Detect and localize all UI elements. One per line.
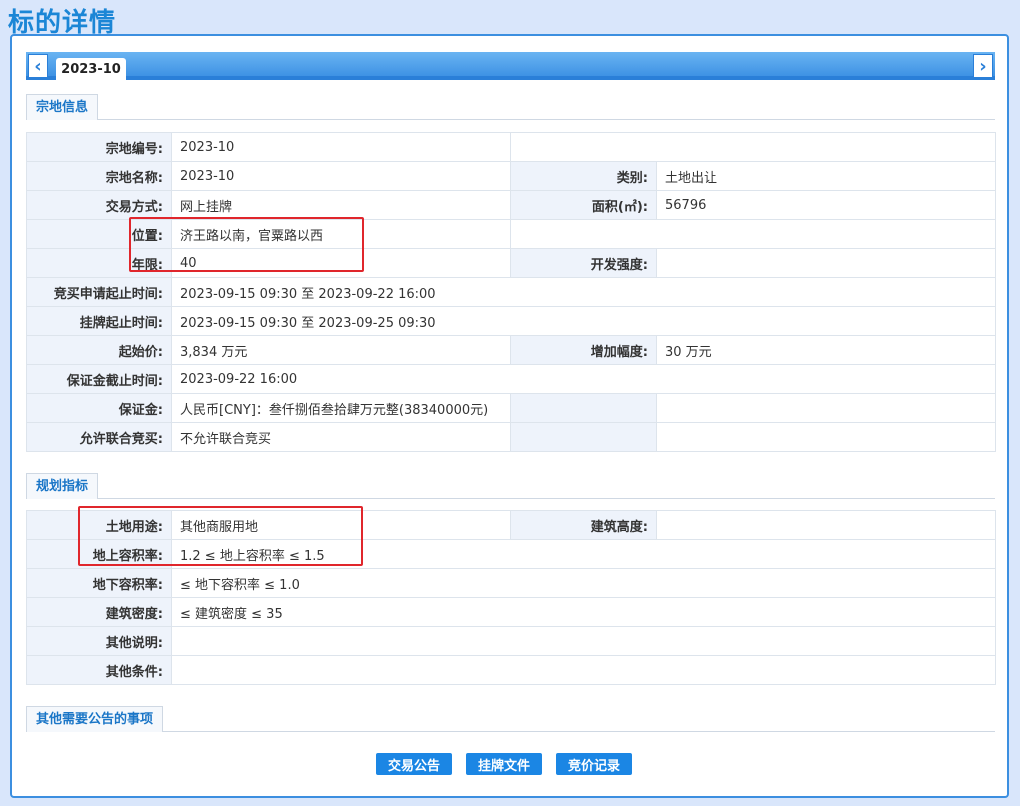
- increment-label: 增加幅度:: [510, 335, 657, 365]
- table-row: 其他说明:: [26, 626, 996, 656]
- deposit-label: 保证金:: [26, 393, 172, 423]
- other-cond-value: [171, 655, 996, 685]
- height-value: [656, 510, 996, 540]
- start-price-value: 3,834 万元: [171, 335, 511, 365]
- table-row: 地上容积率: 1.2 ≤ 地上容积率 ≤ 1.5: [26, 539, 996, 569]
- prev-tab-arrow-icon[interactable]: ‹: [28, 54, 48, 78]
- empty-cell: [510, 393, 657, 423]
- other-desc-value: [171, 626, 996, 656]
- apply-period-label: 竞买申请起止时间:: [26, 277, 172, 307]
- parcel-name-label: 宗地名称:: [26, 161, 172, 191]
- location-value: 济王路以南，官粟路以西: [171, 219, 511, 249]
- table-row: 建筑密度: ≤ 建筑密度 ≤ 35: [26, 597, 996, 627]
- table-row: 其他条件:: [26, 655, 996, 685]
- tab-2023-10[interactable]: 2023-10: [56, 58, 126, 81]
- table-row: 挂牌起止时间: 2023-09-15 09:30 至 2023-09-25 09…: [26, 306, 996, 336]
- table-row: 宗地名称: 2023-10 类别: 土地出让: [26, 161, 996, 191]
- table-row: 位置: 济王路以南，官粟路以西: [26, 219, 996, 249]
- table-row: 土地用途: 其他商服用地 建筑高度:: [26, 510, 996, 540]
- area-value: 56796: [656, 190, 996, 220]
- increment-value: 30 万元: [656, 335, 996, 365]
- trade-mode-value: 网上挂牌: [171, 190, 511, 220]
- listing-doc-button[interactable]: 挂牌文件: [466, 753, 542, 775]
- bid-record-button[interactable]: 竞价记录: [556, 753, 632, 775]
- land-info-table: 宗地编号: 2023-10 宗地名称: 2023-10 类别: 土地出让 交易方…: [26, 132, 996, 452]
- other-cond-label: 其他条件:: [26, 655, 172, 685]
- intensity-label: 开发强度:: [510, 248, 657, 278]
- parcel-no-value: 2023-10: [171, 132, 511, 162]
- section-label: 宗地信息: [26, 94, 99, 120]
- far-above-label: 地上容积率:: [26, 539, 172, 569]
- section-label: 其他需要公告的事项: [26, 706, 164, 732]
- height-label: 建筑高度:: [510, 510, 657, 540]
- far-below-label: 地下容积率:: [26, 568, 172, 598]
- tab-bar: ‹ 2023-10 ›: [26, 52, 995, 81]
- category-value: 土地出让: [656, 161, 996, 191]
- table-row: 保证金截止时间: 2023-09-22 16:00: [26, 364, 996, 394]
- section-planning: 规划指标: [26, 473, 995, 499]
- empty-cell: [510, 422, 657, 452]
- joint-bid-value: 不允许联合竞买: [171, 422, 511, 452]
- land-use-label: 土地用途:: [26, 510, 172, 540]
- joint-bid-label: 允许联合竞买:: [26, 422, 172, 452]
- empty-cell: [656, 393, 996, 423]
- other-desc-label: 其他说明:: [26, 626, 172, 656]
- table-row: 宗地编号: 2023-10: [26, 132, 996, 162]
- far-above-value: 1.2 ≤ 地上容积率 ≤ 1.5: [171, 539, 996, 569]
- detail-panel: ‹ 2023-10 › 宗地信息 宗地编号: 2023-10 宗地名称: 202…: [10, 34, 1009, 798]
- next-tab-arrow-icon[interactable]: ›: [973, 54, 993, 78]
- deposit-value: 人民币[CNY]：叁仟捌佰叁拾肆万元整(38340000元): [171, 393, 511, 423]
- term-value: 40: [171, 248, 511, 278]
- listing-period-value: 2023-09-15 09:30 至 2023-09-25 09:30: [171, 306, 996, 336]
- far-below-value: ≤ 地下容积率 ≤ 1.0: [171, 568, 996, 598]
- area-label: 面积(㎡):: [510, 190, 657, 220]
- intensity-value: [656, 248, 996, 278]
- empty-cell: [510, 219, 996, 249]
- table-row: 保证金: 人民币[CNY]：叁仟捌佰叁拾肆万元整(38340000元): [26, 393, 996, 423]
- category-label: 类别:: [510, 161, 657, 191]
- empty-cell: [656, 422, 996, 452]
- term-label: 年限:: [26, 248, 172, 278]
- parcel-no-label: 宗地编号:: [26, 132, 172, 162]
- trade-mode-label: 交易方式:: [26, 190, 172, 220]
- deposit-deadline-value: 2023-09-22 16:00: [171, 364, 996, 394]
- section-other-notice: 其他需要公告的事项: [26, 706, 995, 732]
- announcement-button[interactable]: 交易公告: [376, 753, 452, 775]
- density-label: 建筑密度:: [26, 597, 172, 627]
- start-price-label: 起始价:: [26, 335, 172, 365]
- empty-cell: [510, 132, 996, 162]
- density-value: ≤ 建筑密度 ≤ 35: [171, 597, 996, 627]
- deposit-deadline-label: 保证金截止时间:: [26, 364, 172, 394]
- table-row: 交易方式: 网上挂牌 面积(㎡): 56796: [26, 190, 996, 220]
- apply-period-value: 2023-09-15 09:30 至 2023-09-22 16:00: [171, 277, 996, 307]
- table-row: 竞买申请起止时间: 2023-09-15 09:30 至 2023-09-22 …: [26, 277, 996, 307]
- parcel-name-value: 2023-10: [171, 161, 511, 191]
- section-label: 规划指标: [26, 473, 99, 499]
- table-row: 年限: 40 开发强度:: [26, 248, 996, 278]
- location-label: 位置:: [26, 219, 172, 249]
- table-row: 允许联合竞买: 不允许联合竞买: [26, 422, 996, 452]
- table-row: 地下容积率: ≤ 地下容积率 ≤ 1.0: [26, 568, 996, 598]
- section-land-info: 宗地信息: [26, 94, 995, 120]
- land-use-value: 其他商服用地: [171, 510, 511, 540]
- table-row: 起始价: 3,834 万元 增加幅度: 30 万元: [26, 335, 996, 365]
- planning-table: 土地用途: 其他商服用地 建筑高度: 地上容积率: 1.2 ≤ 地上容积率 ≤ …: [26, 510, 996, 685]
- listing-period-label: 挂牌起止时间:: [26, 306, 172, 336]
